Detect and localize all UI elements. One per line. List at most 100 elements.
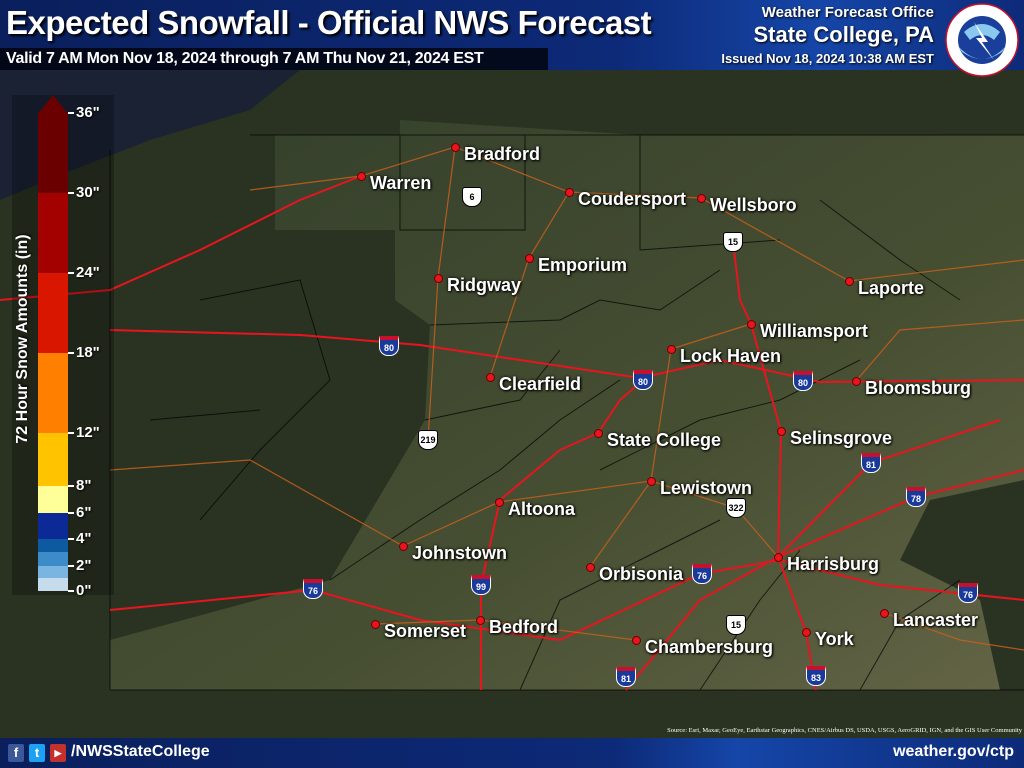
interstate-shield-icon: 76 [303,579,323,599]
city-marker [371,620,380,629]
city-label: Somerset [384,621,467,641]
legend-bin-4-6 [38,513,68,539]
city-label: Orbisonia [599,564,684,584]
city-label: Lewistown [660,478,753,498]
legend-tick-label: 18" [68,344,100,361]
city-marker [399,542,408,551]
legend-bin-1-2 [38,566,68,578]
legend-bin-30-36+ [38,113,68,193]
interstate-shield-icon: 80 [793,371,813,391]
website-link[interactable]: weather.gov/ctp [893,743,1014,761]
interstate-shield-icon: 81 [861,453,881,473]
legend-tick-label: 36" [68,104,100,121]
city-label: Williamsport [760,321,868,341]
city-label: Warren [370,173,432,193]
footer-banner: f t ▶ /NWSStateCollege weather.gov/ctp [0,738,1024,768]
us-route-shield-icon: 6 [462,187,482,207]
city-label: Selinsgrove [790,428,893,448]
interstate-shield-icon: 80 [633,370,653,390]
legend-tick-label: 8" [68,477,91,494]
map-source-credit: Source: Esri, Maxar, GeoEye, Earthstar G… [667,727,1022,734]
legend-bin-24-30 [38,193,68,273]
city-label: Wellsboro [710,195,797,215]
interstate-shield-icon: 99 [471,575,491,595]
us-route-shield-icon: 219 [418,430,438,450]
legend-tick-label: 4" [68,530,91,547]
legend-bin-6-8 [38,486,68,513]
city-marker [777,427,786,436]
city-marker [852,377,861,386]
city-label: State College [607,430,722,450]
city-label: Lock Haven [680,346,782,366]
legend-tick-label: 30" [68,184,100,201]
legend-tick-label: 2" [68,557,91,574]
city-marker [565,188,574,197]
interstate-shield-icon: 76 [958,583,978,603]
legend-bin-18-24 [38,273,68,353]
city-marker [451,143,460,152]
legend-bin-3-4 [38,539,68,552]
legend-bin-8-12 [38,433,68,486]
city-label: Chambersburg [645,637,774,657]
header-banner: Expected Snowfall - Official NWS Forecas… [0,0,1024,70]
city-label: Johnstown [412,543,507,563]
city-label: Altoona [508,499,575,519]
city-marker [357,172,366,181]
interstate-shield-icon: 78 [906,487,926,507]
city-label: Bedford [489,617,558,637]
legend-bin-0-1 [38,578,68,591]
us-route-shield-icon: 15 [726,615,746,635]
legend-tick-label: 24" [68,264,100,281]
city-label: Coudersport [578,189,686,209]
city-marker [632,636,641,645]
social-handle[interactable]: /NWSStateCollege [71,743,210,761]
us-route-shield-icon: 15 [723,232,743,252]
city-marker [486,373,495,382]
city-label: Emporium [538,255,628,275]
nws-logo [945,3,1019,77]
city-label: Bloomsburg [865,378,971,398]
city-marker [525,254,534,263]
legend-tick-label: 0" [68,582,91,599]
city-marker [697,194,706,203]
legend-arrow [38,95,68,114]
city-marker [747,320,756,329]
city-label: Bradford [464,144,540,164]
issued-time: Issued Nov 18, 2024 10:38 AM EST [721,51,934,66]
valid-period: Valid 7 AM Mon Nov 18, 2024 through 7 AM… [0,48,548,70]
city-marker [594,429,603,438]
city-label: Harrisburg [787,554,880,574]
city-marker [802,628,811,637]
interstate-shield-icon: 76 [692,564,712,584]
city-marker [434,274,443,283]
office-line2: State College, PA [753,22,934,47]
interstate-shield-icon: 80 [379,336,399,356]
city-marker [647,477,656,486]
office-line1: Weather Forecast Office [761,4,934,21]
city-marker [845,277,854,286]
legend-bin-12-18 [38,353,68,433]
legend-tick-label: 12" [68,424,100,441]
us-route-shield-icon: 322 [726,498,746,518]
facebook-icon[interactable]: f [8,744,24,762]
city-marker [495,498,504,507]
legend-title: 72 Hour Snow Amounts (in) [14,234,31,444]
interstate-shield-icon: 83 [806,666,826,686]
legend-bin-2-3 [38,552,68,566]
city-marker [667,345,676,354]
city-marker [880,609,889,618]
interstate-shield-icon: 81 [616,667,636,687]
twitter-icon[interactable]: t [29,744,45,762]
legend-tick-label: 6" [68,504,91,521]
page-title: Expected Snowfall - Official NWS Forecas… [6,4,652,41]
city-label: Lancaster [893,610,979,630]
office-name: Weather Forecast Office State College, P… [753,4,934,48]
city-marker [586,563,595,572]
city-marker [774,553,783,562]
youtube-icon[interactable]: ▶ [50,744,66,762]
city-label: Ridgway [447,275,522,295]
city-label: York [815,629,854,649]
city-label: Laporte [858,278,925,298]
city-marker [476,616,485,625]
city-label: Clearfield [499,374,582,394]
